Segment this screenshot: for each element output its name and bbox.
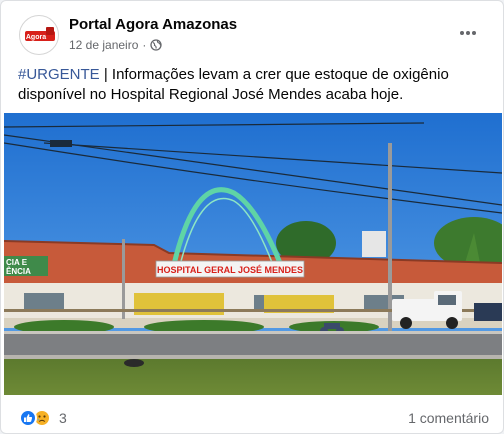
post-image[interactable]: HOSPITAL GERAL JOSÉ MENDES CIA E ÊNCIA (4, 113, 502, 395)
post-meta: 12 de janeiro · (69, 38, 163, 52)
avatar-logo-text: Agora (26, 34, 46, 41)
like-icon (19, 409, 37, 427)
comments-count-link[interactable]: 1 comentário (408, 410, 489, 426)
reactions-summary[interactable]: 3 (19, 409, 67, 427)
left-sign-line2: ÊNCIA (6, 267, 31, 276)
post-card: Agora Portal Agora Amazonas 12 de janeir… (0, 0, 504, 434)
agora-logo: Agora (25, 27, 55, 41)
post-footer: 3 1 comentário (1, 397, 503, 433)
post-date[interactable]: 12 de janeiro (69, 38, 138, 52)
left-sign-line1: CIA E (6, 258, 28, 267)
post-header: Agora Portal Agora Amazonas 12 de janeir… (1, 1, 503, 63)
globe-icon (150, 39, 163, 51)
page-avatar[interactable]: Agora (19, 15, 59, 55)
hospital-photo: HOSPITAL GERAL JOSÉ MENDES CIA E ÊNCIA (4, 113, 502, 395)
post-text: #URGENTE | Informações levam a crer que … (18, 65, 488, 105)
page-name[interactable]: Portal Agora Amazonas (69, 16, 237, 33)
more-dots-icon (460, 31, 476, 35)
more-options-button[interactable] (453, 19, 483, 47)
reaction-count: 3 (59, 410, 67, 426)
hashtag-link[interactable]: #URGENTE (18, 66, 100, 83)
meta-separator: · (142, 38, 147, 52)
hospital-sign-text: HOSPITAL GERAL JOSÉ MENDES (157, 265, 303, 275)
